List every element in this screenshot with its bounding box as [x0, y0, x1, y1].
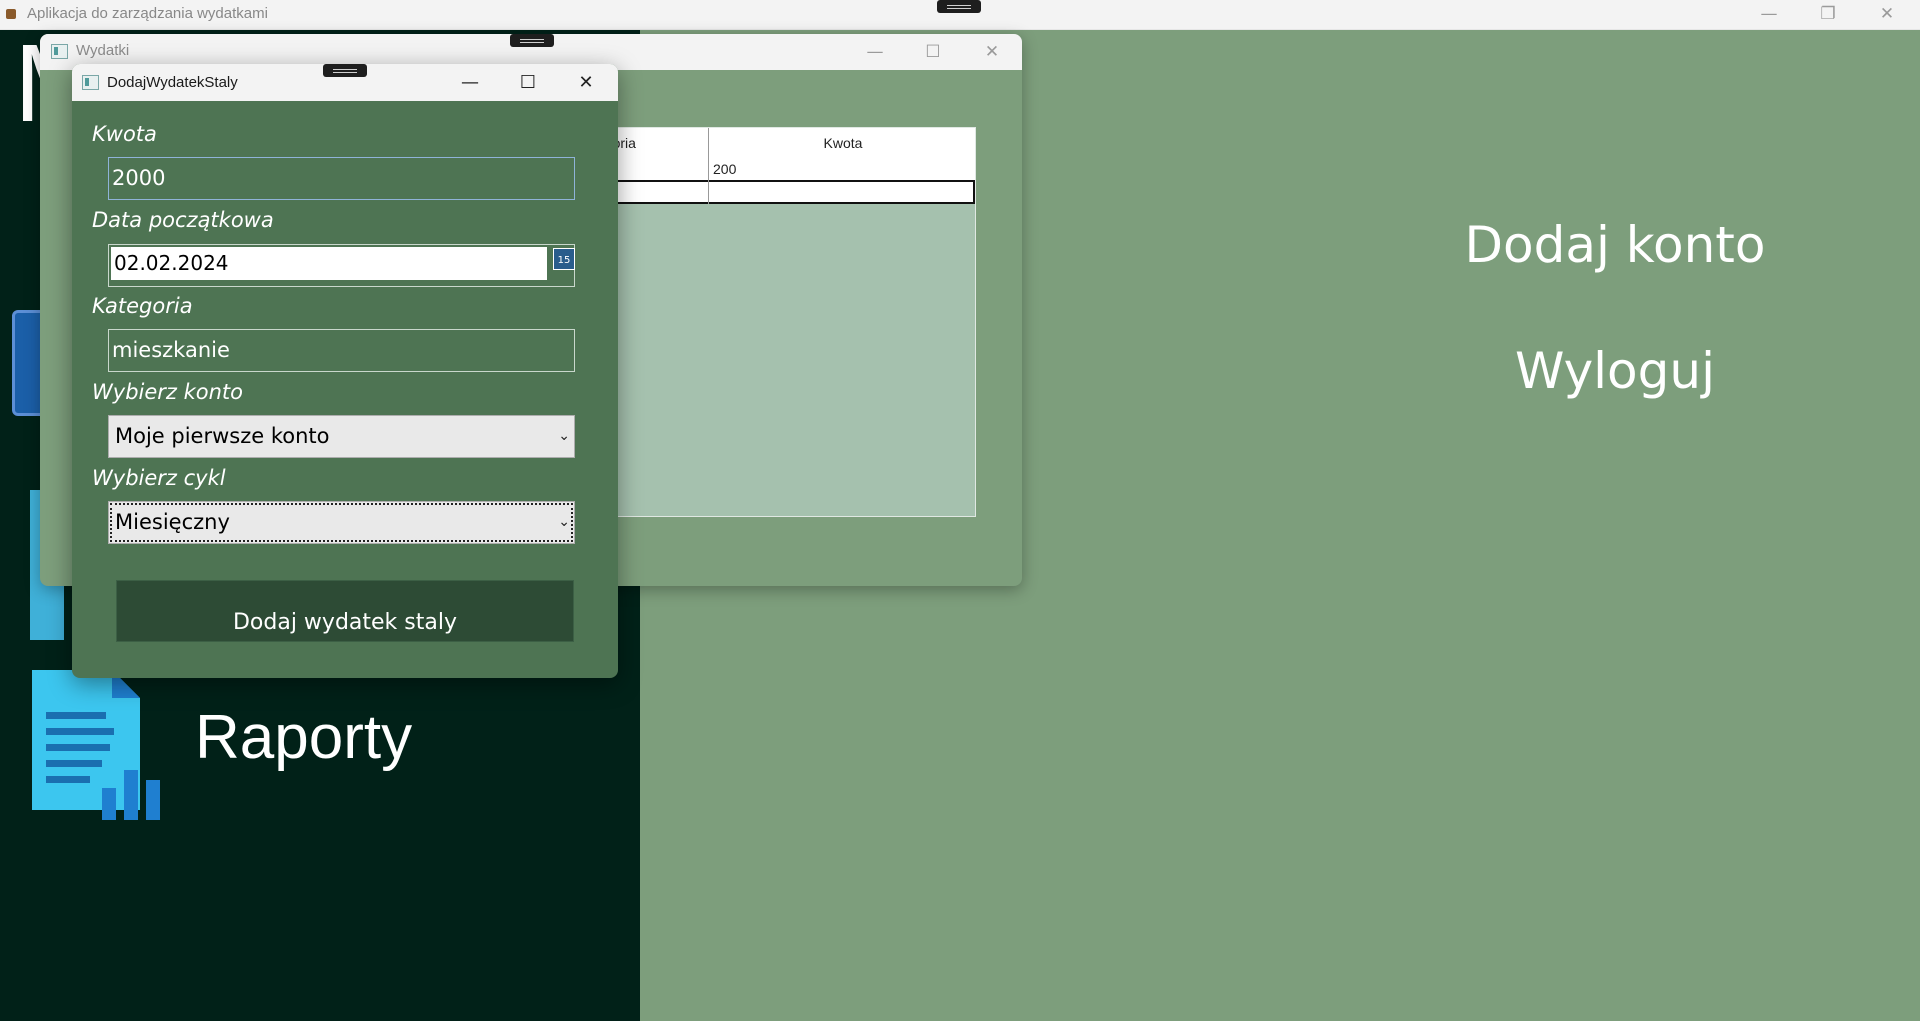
cycle-label: Wybierz cykl	[92, 466, 226, 490]
cycle-select[interactable]: Miesięczny ⌄	[108, 501, 575, 544]
cycle-select-value: Miesięczny	[115, 510, 230, 534]
drag-handle-icon[interactable]	[510, 34, 554, 47]
sidebar-item-reports[interactable]: Raporty	[195, 702, 412, 773]
expenses-grid[interactable]: egoria Kwota 200	[596, 127, 976, 517]
dialog-title: DodajWydatekStaly	[107, 74, 238, 91]
drag-handle-icon[interactable]	[323, 64, 367, 77]
expenses-maximize-button[interactable]: ☐	[910, 38, 956, 66]
expenses-window-title: Wydatki	[76, 42, 130, 59]
drag-handle-icon[interactable]	[937, 0, 981, 13]
start-date-input[interactable]: 02.02.2024	[111, 247, 547, 280]
app-icon	[6, 9, 16, 19]
main-restore-button[interactable]: ❐	[1805, 2, 1851, 26]
category-input[interactable]: mieszkanie	[108, 329, 575, 372]
amount-input[interactable]: 2000	[108, 157, 575, 200]
column-divider	[708, 128, 709, 204]
calendar-icon[interactable]: 15	[553, 248, 575, 270]
amount-label: Kwota	[92, 122, 157, 146]
dialog-minimize-button[interactable]: —	[447, 68, 493, 98]
main-minimize-button[interactable]: —	[1746, 2, 1792, 26]
window-app-icon	[82, 75, 99, 90]
window-app-icon	[51, 44, 68, 59]
report-chart-icon[interactable]	[28, 670, 173, 820]
category-label: Kategoria	[92, 294, 193, 318]
add-recurring-expense-button[interactable]: Dodaj wydatek staly	[116, 580, 574, 642]
dialog-title-bar[interactable]: DodajWydatekStaly — ☐ ✕	[72, 64, 618, 101]
start-date-label: Data początkowa	[92, 208, 274, 232]
main-close-button[interactable]: ✕	[1864, 2, 1910, 26]
account-select[interactable]: Moje pierwsze konto ⌄	[108, 415, 575, 458]
table-row[interactable]: 200	[597, 158, 975, 180]
table-cell-amount: 200	[713, 161, 737, 177]
add-recurring-expense-dialog: DodajWydatekStaly — ☐ ✕ Kwota 2000 Data …	[72, 64, 618, 678]
add-account-button[interactable]: Dodaj konto	[1380, 216, 1850, 274]
account-select-value: Moje pierwsze konto	[115, 424, 330, 448]
dialog-close-button[interactable]: ✕	[563, 68, 609, 98]
account-label: Wybierz konto	[92, 380, 244, 404]
expenses-close-button[interactable]: ✕	[969, 38, 1015, 66]
new-row[interactable]	[597, 180, 975, 204]
chevron-down-icon: ⌄	[558, 514, 570, 530]
logout-button[interactable]: Wyloguj	[1380, 342, 1850, 400]
chevron-down-icon: ⌄	[558, 428, 570, 444]
dialog-maximize-button[interactable]: ☐	[505, 68, 551, 98]
column-header-amount[interactable]: Kwota	[709, 135, 977, 151]
start-date-picker: 02.02.2024 15	[108, 244, 575, 287]
expenses-minimize-button[interactable]: —	[852, 38, 898, 66]
grid-header: egoria Kwota	[597, 128, 975, 159]
main-title-bar[interactable]: Aplikacja do zarządzania wydatkami — ❐ ✕	[0, 0, 1920, 30]
